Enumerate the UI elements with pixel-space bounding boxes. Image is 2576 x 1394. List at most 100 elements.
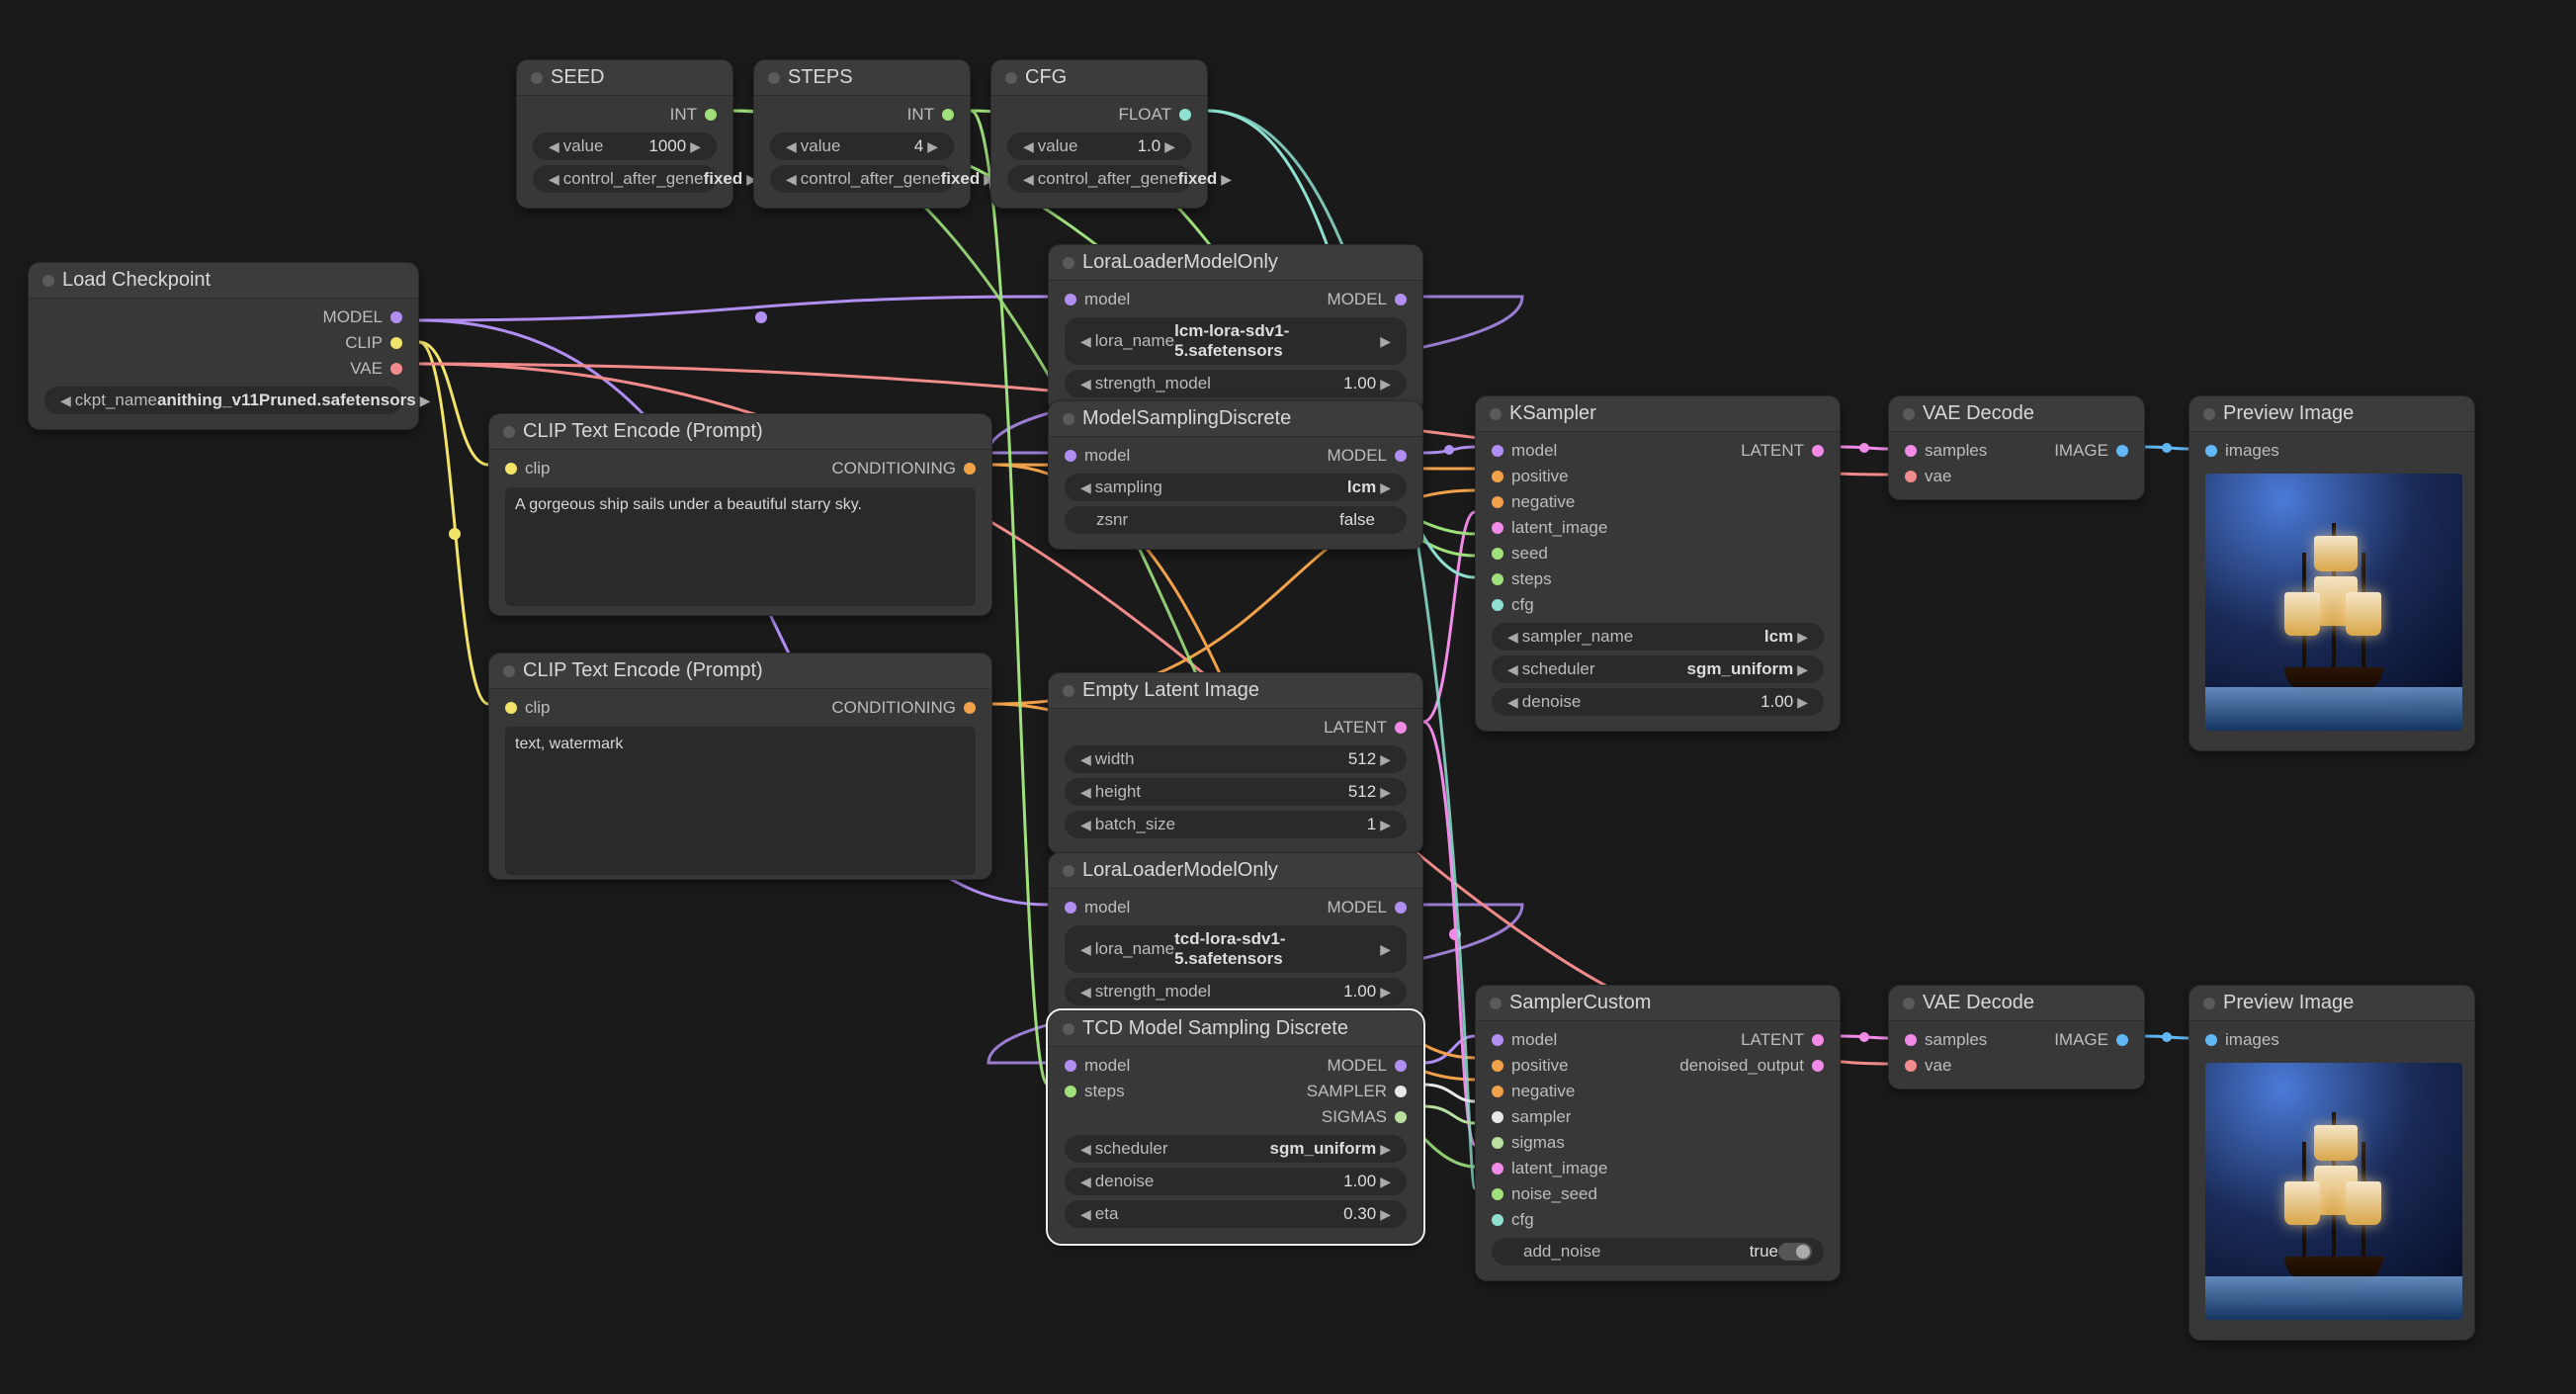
node-header[interactable]: Preview Image [2190,986,2474,1021]
input-negative[interactable]: negative [1492,1081,1575,1102]
widget-height[interactable]: ◀height512▶ [1065,778,1407,806]
chevron-left-icon[interactable]: ◀ [1076,984,1095,1001]
output-vae[interactable]: VAE [350,358,402,380]
widget-lora-name[interactable]: ◀lora_nametcd-lora-sdv1-5.safetensors▶ [1065,925,1407,973]
chevron-right-icon[interactable]: ▶ [1376,817,1395,833]
node-header[interactable]: Preview Image [2190,396,2474,432]
chevron-left-icon[interactable]: ◀ [1503,661,1522,678]
node-empty-latent-image[interactable]: Empty Latent Image LATENT ◀width512▶ ◀he… [1048,672,1423,854]
chevron-left-icon[interactable]: ◀ [782,138,801,155]
node-lora-loader-2[interactable]: LoraLoaderModelOnly model MODEL ◀lora_na… [1048,852,1423,1021]
input-model[interactable]: model [1492,1029,1557,1051]
widget-add-noise[interactable]: add_noisetrue [1492,1238,1824,1265]
output-output[interactable]: LATENT [1741,1029,1824,1051]
chevron-right-icon[interactable]: ▶ [1376,1206,1395,1223]
input-positive[interactable]: positive [1492,1055,1569,1077]
output-conditioning[interactable]: CONDITIONING [831,697,976,719]
node-header[interactable]: CFG [991,60,1207,96]
input-cfg[interactable]: cfg [1492,1209,1534,1231]
node-model-sampling-discrete[interactable]: ModelSamplingDiscrete model MODEL ◀sampl… [1048,400,1423,550]
chevron-left-icon[interactable]: ◀ [1076,941,1095,958]
output-model[interactable]: MODEL [1328,289,1407,310]
toggle-add-noise[interactable] [1778,1243,1812,1261]
input-images[interactable]: images [2205,1029,2279,1051]
node-preview-image-1[interactable]: Preview Image images [2189,395,2475,751]
chevron-right-icon[interactable]: ▶ [1376,941,1395,958]
input-model[interactable]: model [1065,1055,1130,1077]
input-clip[interactable]: clip [505,697,551,719]
output-image[interactable]: IMAGE [2054,1029,2128,1051]
node-tcd-model-sampling-discrete[interactable]: TCD Model Sampling Discrete model MODEL … [1048,1010,1423,1244]
node-preview-image-2[interactable]: Preview Image images [2189,985,2475,1341]
input-samples[interactable]: samples [1905,440,1987,462]
output-model[interactable]: MODEL [323,306,402,328]
widget-sampling[interactable]: ◀samplinglcm▶ [1065,474,1407,501]
widget-scheduler[interactable]: ◀schedulersgm_uniform▶ [1492,655,1824,683]
chevron-right-icon[interactable]: ▶ [1793,661,1812,678]
chevron-left-icon[interactable]: ◀ [1076,817,1095,833]
chevron-left-icon[interactable]: ◀ [1076,479,1095,496]
chevron-left-icon[interactable]: ◀ [56,392,75,409]
input-vae[interactable]: vae [1905,1055,1951,1077]
output-model[interactable]: MODEL [1328,445,1407,467]
node-vae-decode-2[interactable]: VAE Decode samplesIMAGE vae [1888,985,2145,1089]
input-positive[interactable]: positive [1492,466,1569,487]
input-model[interactable]: model [1065,445,1130,467]
input-sampler[interactable]: sampler [1492,1106,1571,1128]
prompt-textarea[interactable]: A gorgeous ship sails under a beautiful … [505,487,976,606]
widget-batch-size[interactable]: ◀batch_size1▶ [1065,811,1407,838]
input-latent-image[interactable]: latent_image [1492,1158,1607,1179]
chevron-left-icon[interactable]: ◀ [1076,1174,1095,1190]
chevron-left-icon[interactable]: ◀ [1076,333,1095,350]
output-int[interactable]: INT [670,104,717,126]
node-header[interactable]: ModelSamplingDiscrete [1049,401,1422,437]
node-header[interactable]: KSampler [1476,396,1840,432]
node-clip-text-encode-positive[interactable]: CLIP Text Encode (Prompt) clip CONDITION… [488,413,992,616]
output-clip[interactable]: CLIP [345,332,402,354]
output-image[interactable]: IMAGE [2054,440,2128,462]
chevron-left-icon[interactable]: ◀ [545,138,563,155]
chevron-right-icon[interactable]: ▶ [416,392,435,409]
input-model[interactable]: model [1065,897,1130,918]
widget-eta[interactable]: ◀eta0.30▶ [1065,1200,1407,1228]
input-steps[interactable]: steps [1492,568,1552,590]
node-header[interactable]: STEPS [754,60,970,96]
input-steps[interactable]: steps [1065,1081,1125,1102]
node-header[interactable]: Load Checkpoint [29,263,418,299]
node-ksampler[interactable]: KSampler modelLATENT positive negative l… [1475,395,1841,732]
chevron-left-icon[interactable]: ◀ [1019,138,1038,155]
node-header[interactable]: VAE Decode [1889,396,2144,432]
chevron-left-icon[interactable]: ◀ [782,171,801,188]
widget-value[interactable]: ◀value1000▶ [533,132,717,160]
chevron-left-icon[interactable]: ◀ [1503,694,1522,711]
node-graph-canvas[interactable]: SEED INT ◀value1000▶ ◀control_after_gene… [0,0,2576,1394]
output-model[interactable]: MODEL [1328,897,1407,918]
node-header[interactable]: SEED [517,60,732,96]
node-header[interactable]: TCD Model Sampling Discrete [1049,1011,1422,1047]
node-seed[interactable]: SEED INT ◀value1000▶ ◀control_after_gene… [516,59,733,209]
widget-sampler-name[interactable]: ◀sampler_namelcm▶ [1492,623,1824,651]
widget-control-after-generate[interactable]: ◀control_after_genefixed▶ [770,165,954,193]
chevron-left-icon[interactable]: ◀ [1076,1206,1095,1223]
chevron-right-icon[interactable]: ▶ [1217,171,1236,188]
node-cfg[interactable]: CFG FLOAT ◀value1.0▶ ◀control_after_gene… [990,59,1208,209]
node-header[interactable]: SamplerCustom [1476,986,1840,1021]
input-vae[interactable]: vae [1905,466,1951,487]
node-load-checkpoint[interactable]: Load Checkpoint MODEL CLIP VAE ◀ckpt_nam… [28,262,419,430]
widget-control-after-generate[interactable]: ◀control_after_genefixed▶ [533,165,717,193]
node-header[interactable]: CLIP Text Encode (Prompt) [489,414,991,450]
widget-ckpt-name[interactable]: ◀ckpt_nameanithing_v11Pruned.safetensors… [44,387,402,414]
output-denoised[interactable]: denoised_output [1679,1055,1824,1077]
chevron-right-icon[interactable]: ▶ [1376,1141,1395,1158]
node-header[interactable]: LoraLoaderModelOnly [1049,245,1422,281]
chevron-right-icon[interactable]: ▶ [1376,1174,1395,1190]
input-sigmas[interactable]: sigmas [1492,1132,1565,1154]
widget-value[interactable]: ◀value1.0▶ [1007,132,1191,160]
prompt-textarea[interactable]: text, watermark [505,727,976,875]
node-steps[interactable]: STEPS INT ◀value4▶ ◀control_after_genefi… [753,59,971,209]
widget-scheduler[interactable]: ◀schedulersgm_uniform▶ [1065,1135,1407,1163]
input-cfg[interactable]: cfg [1492,594,1534,616]
input-clip[interactable]: clip [505,458,551,479]
input-samples[interactable]: samples [1905,1029,1987,1051]
node-clip-text-encode-negative[interactable]: CLIP Text Encode (Prompt) clip CONDITION… [488,653,992,880]
